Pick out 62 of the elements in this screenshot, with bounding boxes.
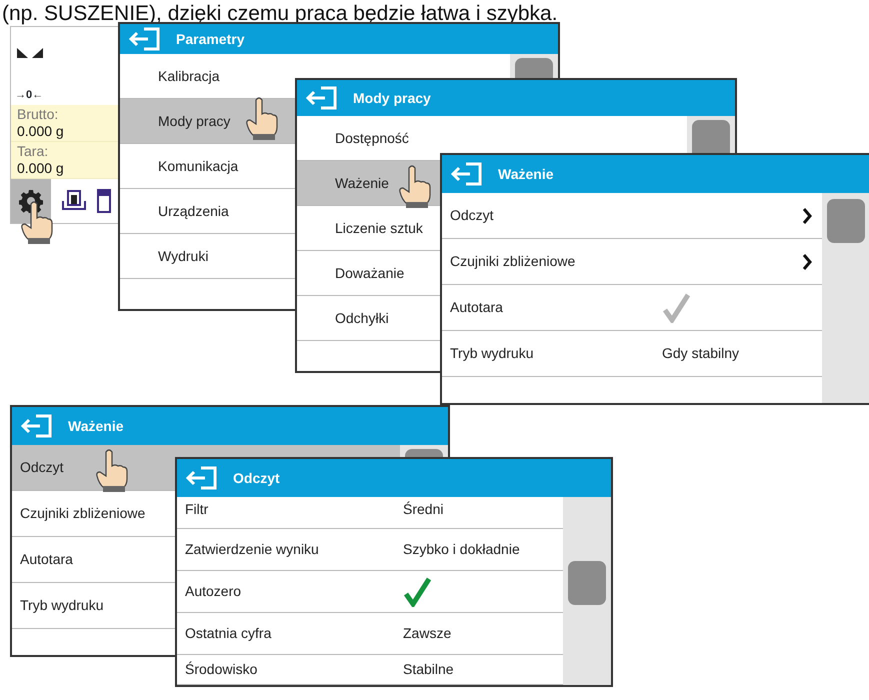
pointing-hand-icon	[20, 200, 54, 246]
window-title: Ważenie	[68, 416, 124, 436]
row-label: Odczyt	[20, 458, 64, 477]
row-value: Szybko i dokładnie	[403, 540, 521, 559]
row-value: Stabilne	[403, 660, 455, 679]
window-title: Parametry	[176, 30, 244, 49]
zero-indicator: →0←	[14, 88, 44, 102]
pointing-hand-icon	[95, 448, 129, 494]
chevron-icon	[802, 206, 812, 224]
row-label: Autotara	[20, 550, 73, 569]
exit-icon[interactable]	[450, 161, 484, 187]
row-label: Ostatnia cyfra	[185, 624, 272, 643]
menu-row[interactable]: Środowisko Stabilne	[177, 655, 563, 685]
row-label: Tryb wydruku	[20, 596, 104, 615]
row-label: Odchyłki	[335, 308, 389, 328]
exit-icon[interactable]	[128, 26, 162, 52]
scroll-thumb[interactable]	[568, 561, 606, 605]
row-label: Czujniki zbliżeniowe	[20, 504, 146, 523]
row-label: Odczyt	[450, 206, 494, 225]
window-title: Odczyt	[233, 468, 280, 488]
row-label: Dostępność	[335, 128, 409, 148]
exit-icon[interactable]	[305, 85, 339, 111]
row-value: Gdy stabilny	[662, 344, 740, 363]
row-label: Doważanie	[335, 264, 404, 282]
exit-icon[interactable]	[20, 413, 54, 439]
pointing-hand-icon	[245, 96, 279, 142]
window-title: Ważenie	[498, 164, 554, 184]
row-label: Czujniki zbliżeniowe	[450, 252, 576, 271]
row-label: Kalibracja	[158, 66, 220, 86]
row-label: Autozero	[185, 582, 242, 601]
reading-label: Tara:	[17, 143, 50, 160]
caption-text: (np. SUSZENIE), dzięki czemu praca będzie łatwa i szybka.	[2, 1, 558, 27]
reading-label: Brutto:	[17, 106, 60, 123]
row-label: Urządzenia	[158, 202, 229, 221]
row-value: Średni	[403, 500, 444, 519]
row-label: Mody pracy	[158, 112, 230, 131]
menu-row[interactable]: Autozero	[177, 571, 563, 613]
menu-row[interactable]: Czujniki zbliżeniowe	[442, 239, 822, 285]
row-label: Zatwierdzenie wyniku	[185, 540, 319, 559]
row-label: Środowisko	[185, 660, 258, 679]
row-label: Filtr	[185, 500, 208, 519]
menu-row[interactable]: Autotara	[442, 285, 822, 331]
app-icon[interactable]	[97, 189, 111, 213]
pointing-hand-icon	[398, 164, 432, 210]
reading-value: 0.000 g	[17, 160, 65, 177]
row-label: Ważenie	[335, 174, 389, 192]
row-label: Tryb wydruku	[450, 344, 534, 363]
row-label: Komunikacja	[158, 156, 238, 176]
row-label: Wydruki	[158, 246, 208, 266]
row-label: Liczenie sztuk	[335, 218, 423, 238]
menu-row[interactable]: Ostatnia cyfra Zawsze	[177, 613, 563, 655]
menu-row[interactable]: Zatwierdzenie wyniku Szybko i dokładnie	[177, 529, 563, 571]
row-value: Zawsze	[403, 624, 452, 643]
row-label: Autotara	[450, 298, 503, 317]
scroll-thumb[interactable]	[827, 199, 865, 243]
exit-icon[interactable]	[185, 465, 219, 491]
menu-row[interactable]: Filtr Średni	[177, 497, 563, 529]
menu-row[interactable]: Odczyt	[442, 193, 822, 239]
chevron-icon	[802, 252, 812, 270]
reading-value: 0.000 g	[17, 123, 65, 140]
scale-icon[interactable]	[61, 189, 87, 213]
stability-icon	[17, 48, 43, 58]
